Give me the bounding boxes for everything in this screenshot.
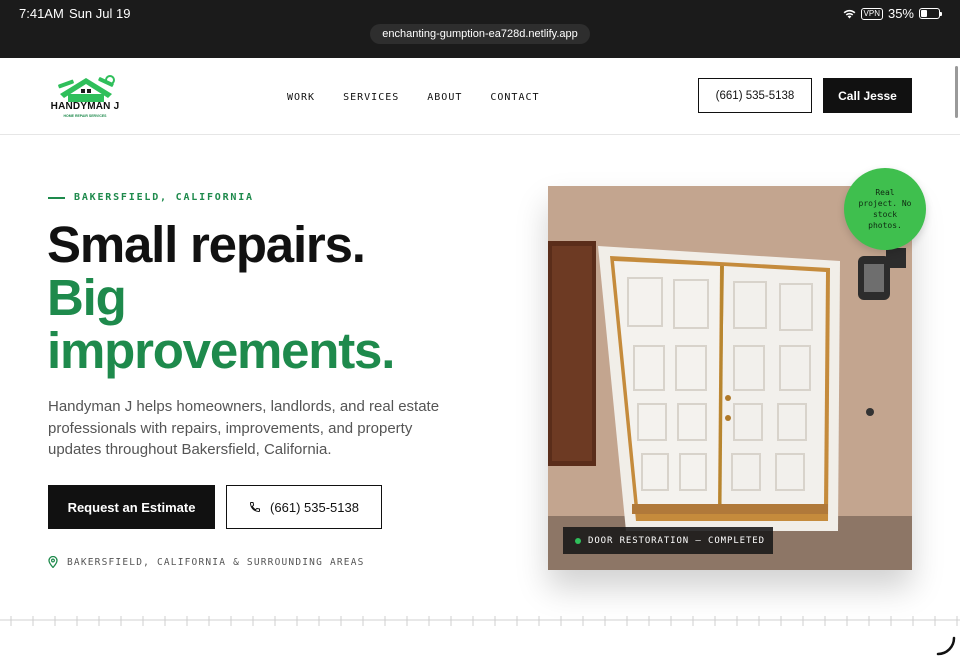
section-divider-ruler — [0, 616, 960, 626]
headline-line-3: improvements. — [47, 322, 395, 379]
headline-line-2: Big — [47, 269, 127, 326]
hero-eyebrow: BAKERSFIELD, CALIFORNIA — [48, 192, 254, 203]
status-dot — [575, 537, 581, 544]
status-date: Sun Jul 19 — [69, 6, 131, 21]
nav-work[interactable]: WORK — [287, 92, 315, 103]
home-indicator-corner-icon — [936, 636, 956, 656]
battery-icon — [919, 8, 942, 19]
browser-status-bar: 7:41AM Sun Jul 19 VPN 35% enchanting-gum… — [0, 0, 960, 58]
caption-text: DOOR RESTORATION — COMPLETED — [588, 535, 765, 546]
call-jesse-button[interactable]: Call Jesse — [823, 78, 912, 113]
hero-phone-button[interactable]: (661) 535-5138 — [226, 485, 382, 529]
request-estimate-label: Request an Estimate — [67, 499, 196, 515]
nav-services[interactable]: SERVICES — [343, 92, 399, 103]
call-jesse-label: Call Jesse — [838, 88, 897, 103]
logo-subtext: HOME REPAIR SERVICES — [63, 114, 107, 118]
header-phone-label: (661) 535-5138 — [715, 89, 795, 102]
nav-about[interactable]: ABOUT — [427, 92, 462, 103]
request-estimate-button[interactable]: Request an Estimate — [48, 485, 215, 529]
map-pin-icon — [48, 556, 58, 568]
status-indicators: VPN 35% — [843, 6, 942, 21]
address-bar[interactable]: enchanting-gumption-ea728d.netlify.app — [370, 24, 590, 44]
logo-wordmark: HANDYMAN J — [50, 101, 120, 112]
status-time: 7:41AM — [19, 6, 64, 21]
eyebrow-text: BAKERSFIELD, CALIFORNIA — [74, 192, 254, 203]
main-nav: WORK SERVICES ABOUT CONTACT — [287, 92, 540, 103]
phone-icon — [250, 502, 261, 513]
headline-line-1: Small repairs. — [47, 216, 366, 273]
wifi-icon — [843, 9, 855, 18]
door-photo-illustration — [548, 186, 912, 570]
service-area: BAKERSFIELD, CALIFORNIA & SURROUNDING AR… — [48, 556, 365, 568]
hero-phone-label: (661) 535-5138 — [270, 499, 359, 515]
photo-caption: DOOR RESTORATION — COMPLETED — [563, 527, 773, 554]
hero-description: Handyman J helps homeowners, landlords, … — [48, 398, 440, 458]
project-photo — [548, 186, 912, 570]
vpn-badge: VPN — [860, 7, 883, 20]
header-phone-button[interactable]: (661) 535-5138 — [698, 78, 812, 113]
scrollbar-thumb[interactable] — [955, 66, 958, 118]
eyebrow-rule — [48, 196, 65, 199]
url-text: enchanting-gumption-ea728d.netlify.app — [382, 28, 578, 40]
nav-contact[interactable]: CONTACT — [490, 92, 539, 103]
service-area-text: BAKERSFIELD, CALIFORNIA & SURROUNDING AR… — [67, 556, 365, 568]
badge-text: Real project. No stock photos. — [858, 188, 912, 230]
hero-headline: Small repairs. Big improvements. — [47, 216, 395, 379]
battery-percent: 35% — [887, 6, 914, 21]
real-project-badge: Real project. No stock photos. — [844, 168, 926, 250]
